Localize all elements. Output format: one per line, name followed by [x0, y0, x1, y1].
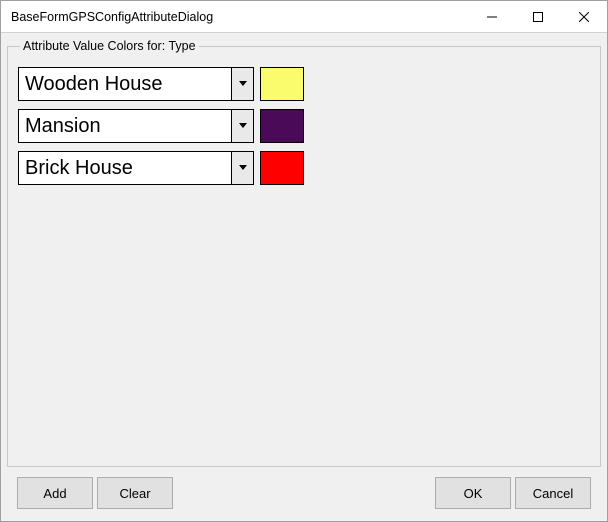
color-swatch[interactable]: [260, 109, 304, 143]
attribute-value-combo[interactable]: Wooden House: [18, 67, 254, 101]
color-row: Brick House: [18, 151, 590, 185]
combo-dropdown-button[interactable]: [231, 110, 253, 142]
color-row: Wooden House: [18, 67, 590, 101]
button-row: Add Clear OK Cancel: [7, 467, 601, 521]
window-title: BaseFormGPSConfigAttributeDialog: [1, 10, 213, 24]
titlebar: BaseFormGPSConfigAttributeDialog: [1, 1, 607, 33]
ok-button[interactable]: OK: [435, 477, 511, 509]
button-row-left: Add Clear: [17, 477, 173, 509]
combo-dropdown-button[interactable]: [231, 68, 253, 100]
maximize-icon: [533, 12, 543, 22]
minimize-icon: [487, 12, 497, 22]
content-area: Attribute Value Colors for: Type Wooden …: [1, 33, 607, 521]
minimize-button[interactable]: [469, 1, 515, 32]
cancel-button[interactable]: Cancel: [515, 477, 591, 509]
combo-text: Brick House: [19, 152, 231, 184]
combo-text: Mansion: [19, 110, 231, 142]
group-legend: Attribute Value Colors for: Type: [20, 39, 199, 53]
window-controls: [469, 1, 607, 32]
color-swatch[interactable]: [260, 67, 304, 101]
color-swatch[interactable]: [260, 151, 304, 185]
close-icon: [579, 12, 589, 22]
combo-dropdown-button[interactable]: [231, 152, 253, 184]
button-row-right: OK Cancel: [435, 477, 591, 509]
add-button[interactable]: Add: [17, 477, 93, 509]
chevron-down-icon: [239, 81, 247, 87]
attribute-colors-group: Attribute Value Colors for: Type Wooden …: [7, 39, 601, 467]
color-rows: Wooden House Mansion: [18, 67, 590, 185]
dialog-window: BaseFormGPSConfigAttributeDialog Attribu…: [0, 0, 608, 522]
close-button[interactable]: [561, 1, 607, 32]
chevron-down-icon: [239, 123, 247, 129]
chevron-down-icon: [239, 165, 247, 171]
color-row: Mansion: [18, 109, 590, 143]
combo-text: Wooden House: [19, 68, 231, 100]
clear-button[interactable]: Clear: [97, 477, 173, 509]
attribute-value-combo[interactable]: Brick House: [18, 151, 254, 185]
attribute-value-combo[interactable]: Mansion: [18, 109, 254, 143]
maximize-button[interactable]: [515, 1, 561, 32]
